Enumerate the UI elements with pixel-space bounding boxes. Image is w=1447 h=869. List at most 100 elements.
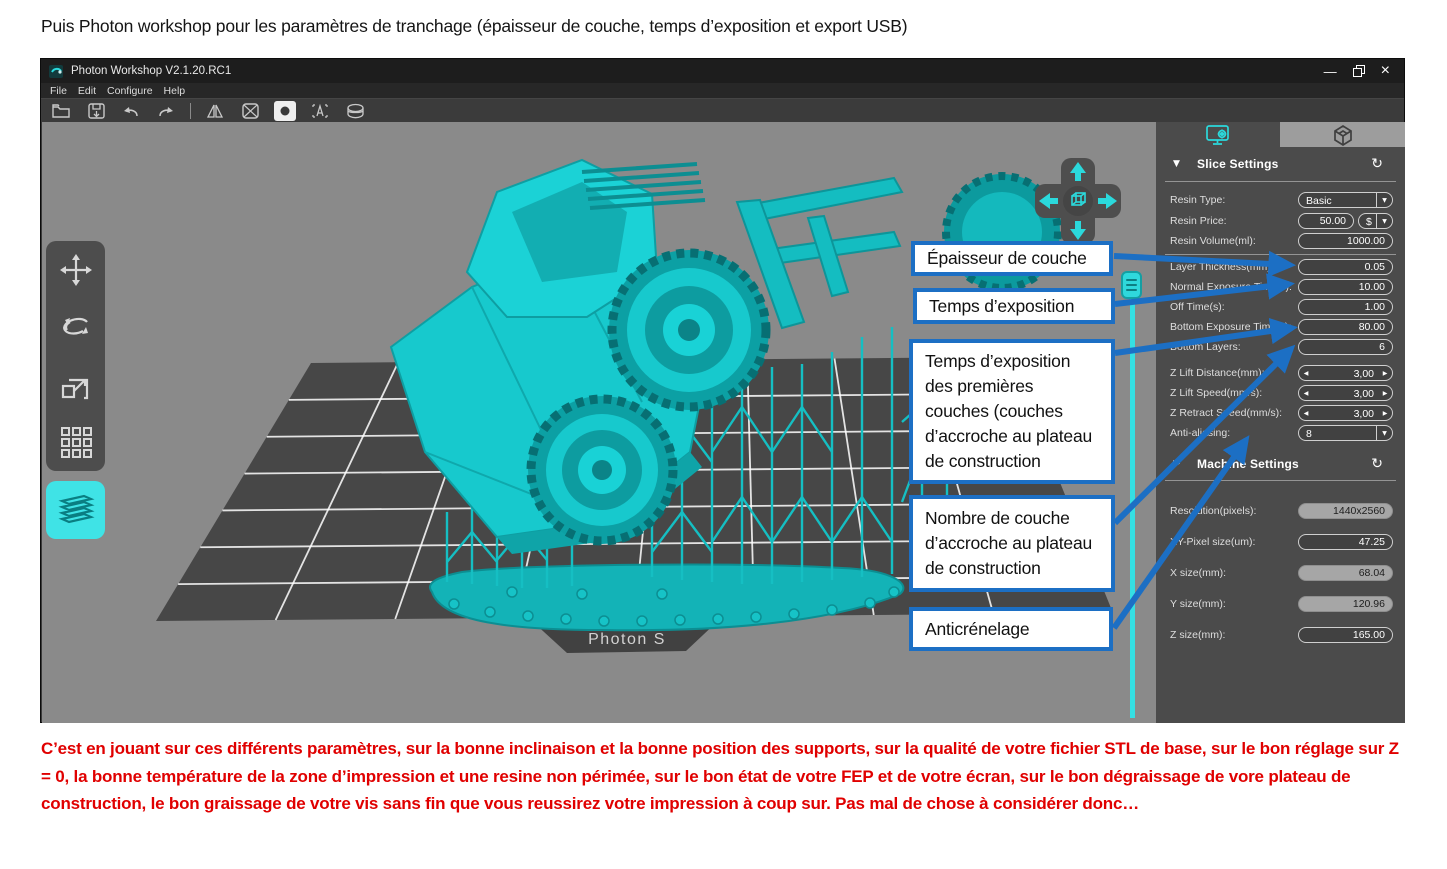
row-bottom-exposure: Bottom Exposure Time(s): 80.00: [1156, 319, 1405, 335]
menu-edit[interactable]: Edit: [78, 85, 96, 97]
move-tool[interactable]: [57, 251, 95, 289]
menu-configure[interactable]: Configure: [107, 85, 153, 97]
currency-dropdown[interactable]: $▼: [1358, 213, 1393, 229]
tool-palette: [46, 241, 105, 471]
rear-wheel: [609, 250, 769, 410]
scale-tool[interactable]: [57, 366, 95, 404]
view-navigation-control[interactable]: [1028, 151, 1128, 251]
z-lift-speed-spinner[interactable]: ◀3,00▶: [1298, 385, 1393, 401]
page: Puis Photon workshop pour les paramètres…: [0, 0, 1447, 869]
z-size-input[interactable]: 165.00: [1298, 627, 1393, 643]
titlebar: Photon Workshop V2.1.20.RC1 — ×: [41, 59, 1404, 83]
text-button[interactable]: [309, 101, 331, 121]
divider: [1165, 254, 1396, 255]
normal-exposure-input[interactable]: 10.00: [1298, 279, 1393, 295]
dropdown-arrow-icon: ▼: [1376, 214, 1392, 228]
row-resolution: Resolution(pixels): 1440x2560: [1156, 503, 1405, 519]
layer-thickness-input[interactable]: 0.05: [1298, 259, 1393, 275]
xy-pixel-input[interactable]: 47.25: [1298, 534, 1393, 550]
spinner-right-icon: ▶: [1378, 409, 1392, 417]
mirror-icon: [205, 102, 225, 120]
crossed-box-icon: [241, 102, 260, 120]
minimize-button[interactable]: —: [1324, 65, 1337, 78]
dropdown-arrow-icon: ▼: [1376, 426, 1392, 440]
refresh-slice-button[interactable]: ↻: [1371, 157, 1383, 171]
spinner-right-icon: ▶: [1378, 389, 1392, 397]
array-tool[interactable]: [57, 423, 95, 461]
menu-help[interactable]: Help: [164, 85, 186, 97]
row-z-lift-distance: Z Lift Distance(mm): ◀3,00▶: [1156, 365, 1405, 381]
refresh-machine-button[interactable]: ↻: [1371, 457, 1383, 471]
redo-button[interactable]: [155, 101, 177, 121]
divider: [1165, 181, 1396, 182]
layer-slider-track[interactable]: [1130, 272, 1135, 718]
resin-type-dropdown[interactable]: Basic▼: [1298, 192, 1393, 208]
mirror-button[interactable]: [204, 101, 226, 121]
settings-panel: ▼ Slice Settings ↻ Resin Type: Basic▼ Re…: [1156, 122, 1405, 723]
folder-icon: [51, 102, 71, 120]
save-icon: [87, 102, 106, 120]
layer-slider-handle[interactable]: [1121, 271, 1142, 299]
row-xy-pixel: XY-Pixel size(um): 47.25: [1156, 534, 1405, 550]
row-resin-price: Resin Price: 50.00 $▼: [1156, 213, 1405, 229]
spinner-left-icon: ◀: [1299, 389, 1313, 397]
slice-tool[interactable]: [46, 481, 105, 539]
y-size-field: 120.96: [1298, 596, 1393, 612]
row-normal-exposure: Normal Exposure Time(s): 10.00: [1156, 279, 1405, 295]
tab-slice-settings[interactable]: [1156, 122, 1280, 147]
spinner-left-icon: ◀: [1299, 409, 1313, 417]
row-anti-aliasing: Anti-aliasing: 8▼: [1156, 425, 1405, 441]
rotate-tool[interactable]: [57, 308, 95, 346]
menu-file[interactable]: File: [50, 85, 67, 97]
row-z-size: Z size(mm): 165.00: [1156, 627, 1405, 643]
layers-icon: [56, 492, 96, 528]
z-lift-distance-spinner[interactable]: ◀3,00▶: [1298, 365, 1393, 381]
toolbar-separator: [190, 103, 191, 119]
resin-price-input[interactable]: 50.00: [1298, 213, 1354, 229]
workspace: Photon S: [42, 122, 1405, 723]
dropdown-arrow-icon: ▼: [1376, 193, 1392, 207]
anti-aliasing-dropdown[interactable]: 8▼: [1298, 425, 1393, 441]
row-resin-type: Resin Type: Basic▼: [1156, 192, 1405, 208]
hollow-button[interactable]: [239, 101, 261, 121]
window-title: Photon Workshop V2.1.20.RC1: [71, 65, 231, 77]
3d-view-button[interactable]: [344, 101, 366, 121]
bottom-layers-input[interactable]: 6: [1298, 339, 1393, 355]
spinner-left-icon: ◀: [1299, 369, 1313, 377]
row-bottom-layers: Bottom Layers: 6: [1156, 339, 1405, 355]
punch-hole-button[interactable]: [274, 101, 296, 121]
close-button[interactable]: ×: [1381, 63, 1390, 79]
resin-volume-input[interactable]: 1000.00: [1298, 233, 1393, 249]
row-off-time: Off Time(s): 1.00: [1156, 299, 1405, 315]
restore-button[interactable]: [1353, 65, 1365, 77]
undo-button[interactable]: [120, 101, 142, 121]
z-retract-speed-spinner[interactable]: ◀3,00▶: [1298, 405, 1393, 421]
bottom-exposure-input[interactable]: 80.00: [1298, 319, 1393, 335]
off-time-input[interactable]: 1.00: [1298, 299, 1393, 315]
cylinder-icon: [345, 102, 366, 120]
x-size-field: 68.04: [1298, 565, 1393, 581]
row-layer-thickness: Layer Thickness(mm): 0.05: [1156, 259, 1405, 275]
expand-icon: ▶: [1173, 459, 1180, 469]
callout-exposure: Temps d’exposition: [913, 288, 1115, 324]
callout-bottom-exposure: Temps d’exposition des premières couches…: [909, 339, 1115, 484]
callout-layer-thickness: Épaisseur de couche: [911, 241, 1113, 276]
slice-settings-header[interactable]: ▼ Slice Settings ↻: [1156, 155, 1405, 173]
toolbar: [41, 98, 1404, 122]
top-caption: Puis Photon workshop pour les paramètres…: [41, 16, 1421, 37]
array-icon: [58, 424, 94, 460]
printer-cube-icon: [1331, 123, 1355, 147]
row-z-lift-speed: Z Lift Speed(mm/s): ◀3,00▶: [1156, 385, 1405, 401]
bottom-note: C’est en jouant sur ces différents param…: [41, 735, 1413, 818]
front-wheel: [528, 396, 676, 544]
open-button[interactable]: [50, 101, 72, 121]
resolution-field: 1440x2560: [1298, 503, 1393, 519]
rotate-icon: [58, 309, 94, 345]
scale-icon: [58, 367, 94, 403]
plate-label: Photon S: [588, 631, 666, 648]
tab-machine[interactable]: [1280, 122, 1405, 147]
row-z-retract-speed: Z Retract Speed(mm/s): ◀3,00▶: [1156, 405, 1405, 421]
spinner-right-icon: ▶: [1378, 369, 1392, 377]
save-button[interactable]: [85, 101, 107, 121]
machine-settings-header[interactable]: ▶ Machine Settings ↻: [1156, 455, 1405, 473]
